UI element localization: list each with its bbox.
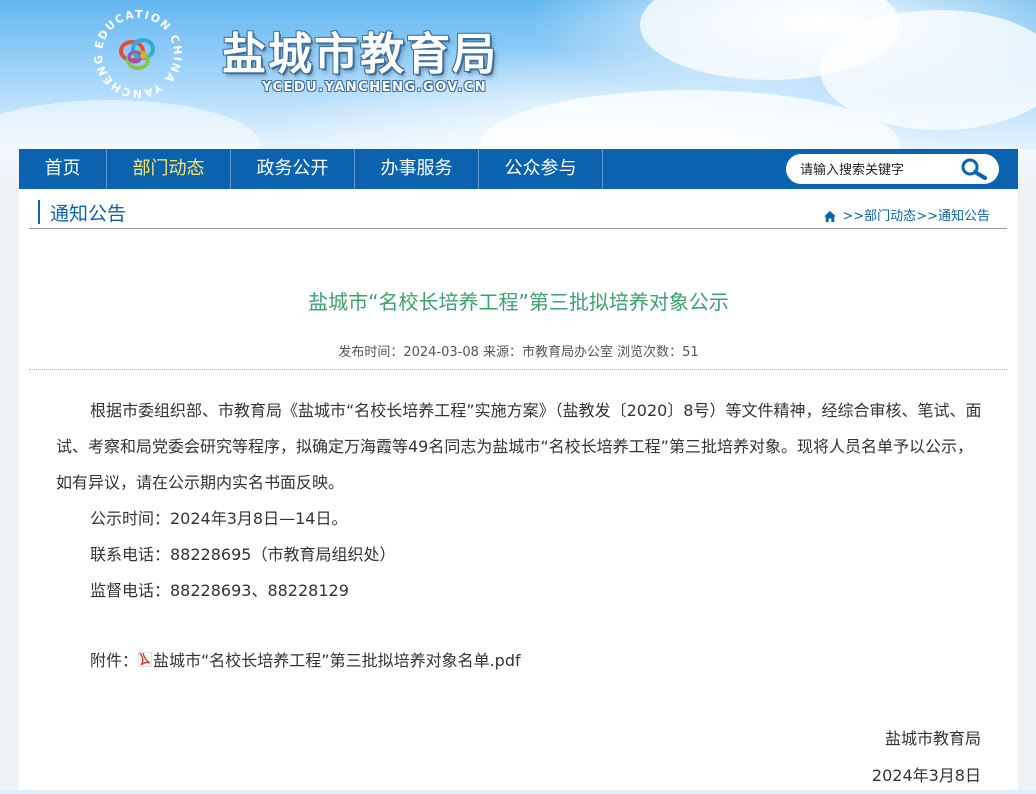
breadcrumb-separator: >> [916, 209, 938, 224]
search-input[interactable] [798, 158, 952, 182]
nav-item-public-participation[interactable]: 公众参与 [479, 149, 602, 189]
nav-item-department-news[interactable]: 部门动态 [107, 149, 230, 189]
breadcrumb: >>部门动态>>通知公告 [824, 205, 990, 226]
article-body: 根据市委组织部、市教育局《盐城市“名校长培养工程”实施方案》（盐教发〔2020〕… [56, 393, 986, 609]
meta-divider [29, 369, 1007, 370]
breadcrumb-department-news[interactable]: 部门动态 [864, 209, 916, 224]
article-title: 盐城市“名校长培养工程”第三批拟培养对象公示 [308, 290, 729, 314]
cloud-decoration [0, 100, 260, 150]
header-banner: EDUCATION CHINA YANCHENG 盐城市教育局 YCEDU.YA… [0, 0, 1036, 150]
nav-item-home[interactable]: 首页 [19, 149, 106, 189]
section-title-bar [38, 200, 40, 224]
site-title[interactable]: 盐城市教育局 [222, 18, 498, 82]
article-meta: 发布时间：2024-03-08 来源：市教育局办公室 浏览次数：51 [338, 345, 699, 360]
attachment-link[interactable]: 盐城市“名校长培养工程”第三批拟培养对象名单.pdf [153, 651, 521, 670]
article-paragraph: 根据市委组织部、市教育局《盐城市“名校长培养工程”实施方案》（盐教发〔2020〕… [56, 401, 982, 492]
pdf-icon [138, 652, 152, 667]
education-logo[interactable]: EDUCATION CHINA YANCHENG [90, 6, 186, 102]
content-panel: 通知公告 >>部门动态>>通知公告 盐城市“名校长培养工程”第三批拟培养对象公示… [19, 189, 1018, 790]
signature-org: 盐城市教育局 [884, 729, 981, 748]
home-icon[interactable] [824, 211, 837, 226]
attachment-row: 附件： 盐城市“名校长培养工程”第三批拟培养对象名单.pdf [90, 647, 521, 671]
breadcrumb-separator: >> [842, 209, 865, 224]
search-icon [961, 158, 987, 180]
nav-item-government-affairs[interactable]: 政务公开 [231, 149, 354, 189]
section-title: 通知公告 [50, 203, 127, 225]
site-url: YCEDU.YANCHENG.GOV.CN [262, 80, 488, 95]
section-header: 通知公告 >>部门动态>>通知公告 [19, 189, 1018, 229]
main-nav: 首页 部门动态 政务公开 办事服务 公众参与 [19, 149, 1018, 189]
attachment-label: 附件： [90, 651, 139, 670]
signature-block: 盐城市教育局 2024年3月8日 [872, 720, 981, 794]
supervision-phone: 监督电话：88228693、88228129 [90, 581, 349, 600]
contact-phone: 联系电话：88228695（市教育局组织处） [90, 545, 396, 564]
breadcrumb-notices[interactable]: 通知公告 [938, 209, 990, 224]
logo-mark-icon [119, 38, 155, 70]
search-box [786, 154, 999, 184]
nav-item-services[interactable]: 办事服务 [355, 149, 478, 189]
signature-date: 2024年3月8日 [871, 766, 981, 785]
logo-ring: EDUCATION CHINA YANCHENG [92, 8, 183, 100]
section-divider [29, 228, 1007, 229]
search-button[interactable] [958, 157, 990, 181]
nav-divider [602, 149, 603, 189]
notice-period: 公示时间：2024年3月8日—14日。 [90, 509, 348, 528]
